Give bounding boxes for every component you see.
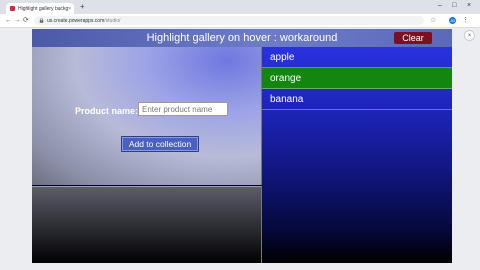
gallery-item[interactable]: apple [262, 47, 452, 68]
reload-button[interactable]: ⟳ [23, 16, 29, 25]
browser-tab[interactable]: Highlight gallery background on h... × [6, 3, 74, 14]
clear-button[interactable]: Clear [394, 32, 432, 44]
tab-close-icon[interactable]: × [68, 6, 71, 12]
tab-title: Highlight gallery background on h... [18, 5, 69, 12]
new-tab-button[interactable]: + [80, 3, 85, 11]
close-icon[interactable]: × [464, 30, 475, 41]
profile-avatar[interactable]: JB [449, 17, 456, 24]
browser-menu-icon[interactable]: ⋮ [462, 16, 469, 25]
url-host: us.create.powerapps.com [47, 17, 105, 24]
app-header: Highlight gallery on hover : workaround … [32, 29, 452, 47]
app-screen: Highlight gallery on hover : workaround … [32, 29, 452, 263]
maximize-button[interactable]: □ [452, 2, 456, 10]
app-title: Highlight gallery on hover : workaround [146, 32, 338, 44]
window-close-button[interactable]: × [467, 2, 471, 10]
back-button[interactable]: ← [5, 16, 12, 25]
minimize-button[interactable]: – [438, 2, 442, 10]
gallery-item[interactable]: banana [262, 89, 452, 110]
empty-panel [32, 186, 262, 263]
product-gallery[interactable]: apple orange banana [262, 47, 452, 263]
forward-button[interactable]: → [14, 16, 21, 25]
product-name-label: Product name: [75, 106, 139, 116]
address-bar[interactable]: us.create.powerapps.com/studio/ [34, 16, 424, 25]
url-path: /studio/ [104, 17, 121, 24]
add-to-collection-button[interactable]: Add to collection [121, 136, 199, 152]
browser-tab-strip: Highlight gallery background on h... × +… [0, 0, 480, 14]
powerapps-favicon-icon [10, 6, 15, 11]
lock-icon [39, 18, 44, 23]
browser-toolbar: ← → ⟳ us.create.powerapps.com/studio/ ☆ … [0, 14, 480, 28]
gallery-item-highlighted[interactable]: orange [262, 68, 452, 89]
bookmark-star-icon[interactable]: ☆ [430, 16, 436, 25]
url-text: us.create.powerapps.com/studio/ [47, 18, 120, 24]
product-name-input[interactable] [138, 102, 228, 116]
input-panel: Product name: Add to collection [32, 47, 262, 185]
